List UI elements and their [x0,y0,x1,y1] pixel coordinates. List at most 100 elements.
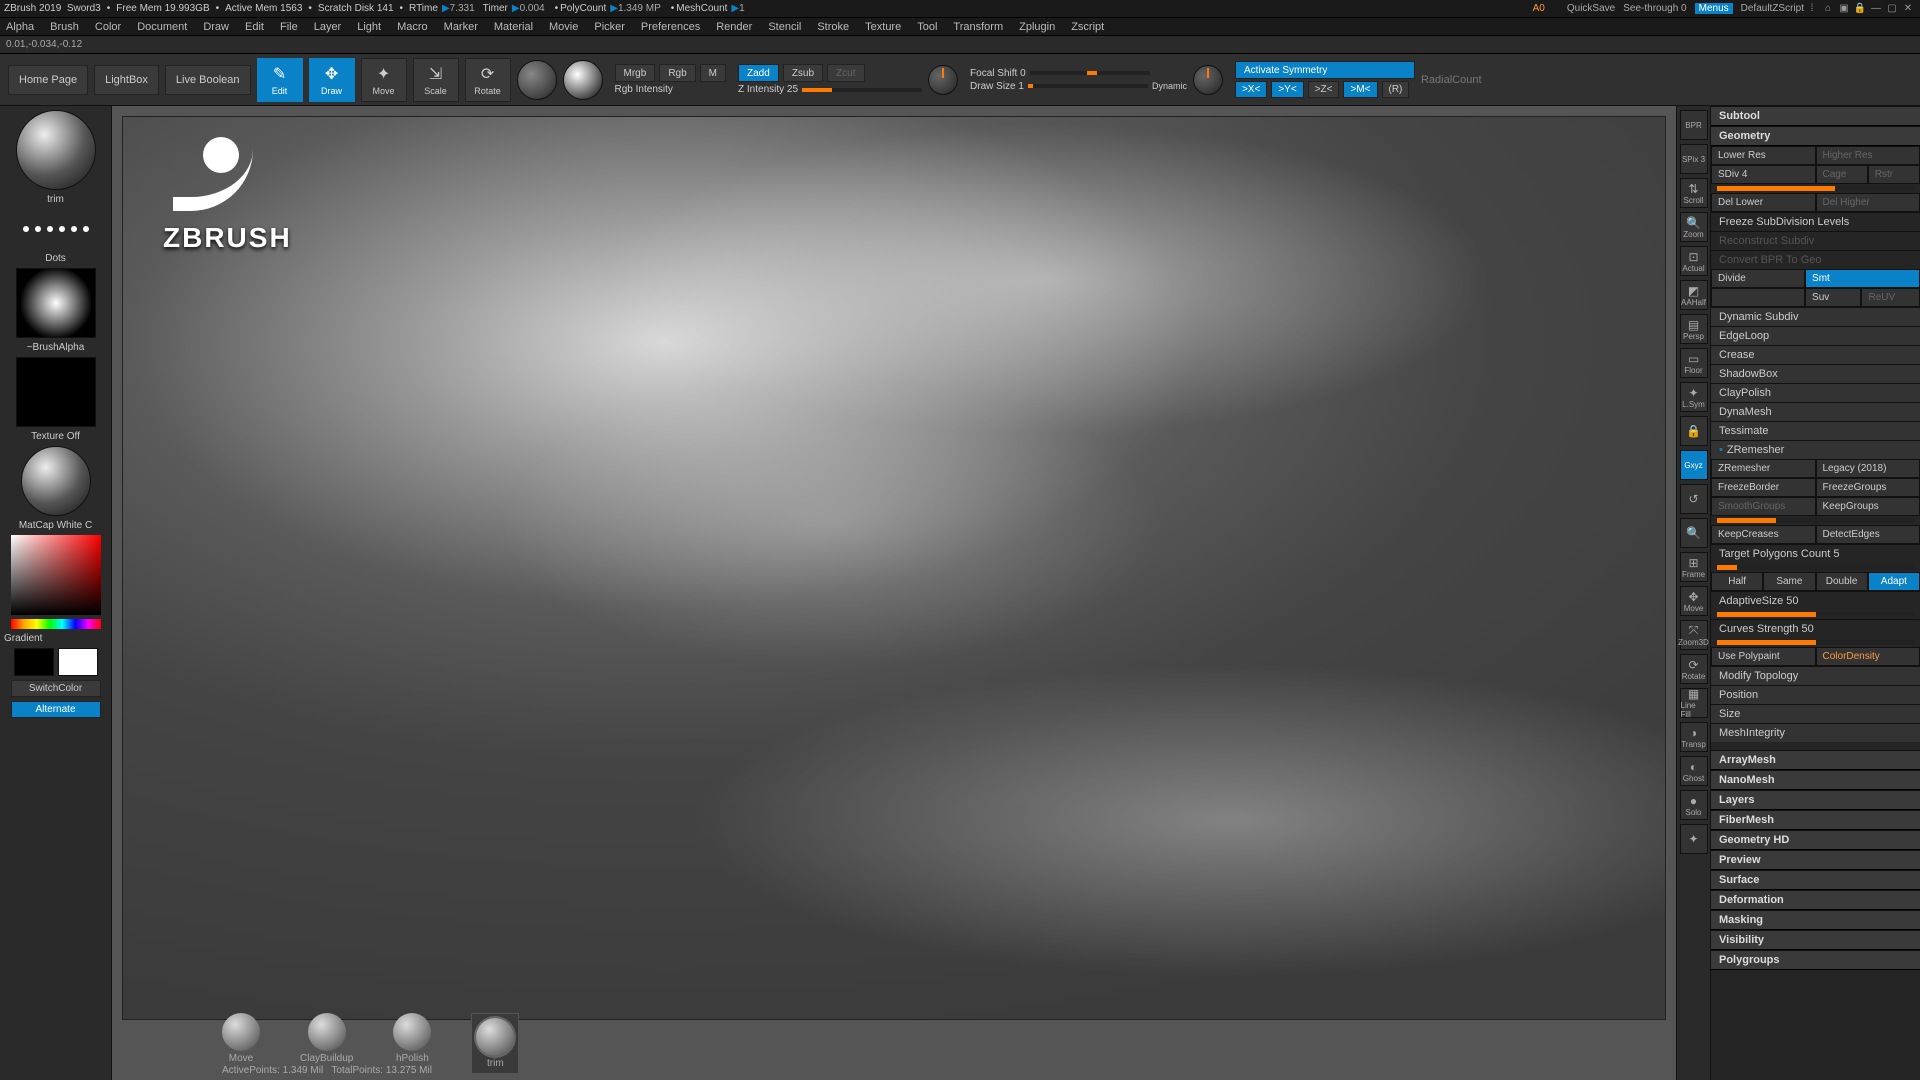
position-header[interactable]: Position [1711,685,1920,704]
seethrough-button[interactable]: See-through 0 [1623,3,1686,14]
shelf-[interactable]: 🔍 [1680,518,1708,548]
zremesher-header[interactable]: ZRemesher [1711,440,1920,459]
lightbox-button[interactable]: LightBox [94,65,159,95]
tessimate-header[interactable]: Tessimate [1711,421,1920,440]
section-surface[interactable]: Surface [1711,870,1920,890]
shelf-scroll[interactable]: ⇅Scroll [1680,178,1708,208]
target-poly-label[interactable]: Target Polygons Count 5 [1711,544,1920,563]
menu-alpha[interactable]: Alpha [6,21,34,33]
subtool-header[interactable]: Subtool [1711,106,1920,126]
menu-marker[interactable]: Marker [444,21,478,33]
menu-file[interactable]: File [280,21,298,33]
gyro-a-button[interactable] [517,60,557,100]
live-boolean-button[interactable]: Live Boolean [165,65,251,95]
menu-picker[interactable]: Picker [594,21,625,33]
sym-m-button[interactable]: >M< [1343,81,1377,98]
shadowbox-header[interactable]: ShadowBox [1711,364,1920,383]
curves-strength-label[interactable]: Curves Strength 50 [1711,619,1920,638]
adaptive-size-track[interactable] [1717,612,1914,617]
defaultzscript-button[interactable]: DefaultZScript [1741,3,1804,14]
section-visibility[interactable]: Visibility [1711,930,1920,950]
prefs-icon[interactable]: ⁞ [1804,3,1820,14]
rstr-button[interactable]: Rstr [1868,165,1920,184]
color-picker[interactable] [11,535,101,615]
del-higher-button[interactable]: Del Higher [1816,193,1920,212]
material-slot[interactable] [21,446,91,516]
shelf-[interactable]: 🔒 [1680,416,1708,446]
m-button[interactable]: M [700,64,726,82]
color-density-button[interactable]: ColorDensity [1816,647,1920,666]
use-polypaint-button[interactable]: Use Polypaint [1711,647,1816,666]
focal-shift-slider[interactable] [1030,71,1150,75]
sym-r-button[interactable]: (R) [1382,81,1410,98]
section-masking[interactable]: Masking [1711,910,1920,930]
shelf-aahalf[interactable]: ◩AAHalf [1680,280,1708,310]
reconstruct-button[interactable]: Reconstruct Subdiv [1711,231,1920,250]
section-polygroups[interactable]: Polygroups [1711,950,1920,970]
alpha-slot[interactable] [16,268,96,338]
smooth-groups-button[interactable]: SmoothGroups [1711,497,1816,516]
dynamic-subdiv-header[interactable]: Dynamic Subdiv [1711,307,1920,326]
gyro-b-button[interactable] [563,60,603,100]
divide-button[interactable]: Divide [1711,269,1805,288]
shelf-actual[interactable]: ⊡Actual [1680,246,1708,276]
smt-button[interactable]: Smt [1805,269,1920,288]
alternate-button[interactable]: Alternate [11,701,101,718]
shelf-move[interactable]: ✥Move [1680,586,1708,616]
menu-layer[interactable]: Layer [314,21,342,33]
menu-texture[interactable]: Texture [865,21,901,33]
target-poly-track[interactable] [1717,565,1914,570]
section-fibermesh[interactable]: FiberMesh [1711,810,1920,830]
menu-zscript[interactable]: Zscript [1071,21,1104,33]
smooth-groups-track[interactable] [1717,518,1914,523]
menu-zplugin[interactable]: Zplugin [1019,21,1055,33]
gradient-label[interactable]: Gradient [4,633,107,644]
sym-z-button[interactable]: >Z< [1308,81,1340,98]
mrgb-button[interactable]: Mrgb [615,64,656,82]
brush-trim[interactable]: trim [471,1013,519,1074]
home-page-button[interactable]: Home Page [8,65,88,95]
quicksave-button[interactable]: QuickSave [1567,3,1615,14]
switch-color-button[interactable]: SwitchColor [11,680,101,697]
swatch-secondary[interactable] [14,648,54,676]
section-nanomesh[interactable]: NanoMesh [1711,770,1920,790]
freeze-sub-button[interactable]: Freeze SubDivision Levels [1711,212,1920,231]
swatch-primary[interactable] [58,648,98,676]
legacy-button[interactable]: Legacy (2018) [1816,459,1920,478]
texture-slot[interactable] [16,357,96,427]
section-geometryhd[interactable]: Geometry HD [1711,830,1920,850]
menu-light[interactable]: Light [357,21,381,33]
sdiv-slider[interactable]: SDiv 4 [1711,165,1816,184]
sym-x-button[interactable]: >X< [1235,81,1267,98]
menu-draw[interactable]: Draw [203,21,229,33]
z-intensity-slider[interactable] [802,88,922,92]
scale-mode-button[interactable]: ⇲Scale [413,58,459,102]
menu-color[interactable]: Color [95,21,121,33]
menu-transform[interactable]: Transform [953,21,1003,33]
pin-icon[interactable]: ▣ [1836,3,1852,14]
half-button[interactable]: Half [1711,572,1763,591]
reuv-button[interactable]: ReUV [1861,288,1920,307]
cage-button[interactable]: Cage [1816,165,1868,184]
section-arraymesh[interactable]: ArrayMesh [1711,750,1920,770]
shelf-gxyz[interactable]: Gxyz [1680,450,1708,480]
shelf-rotate[interactable]: ⟳Rotate [1680,654,1708,684]
dynamesh-header[interactable]: DynaMesh [1711,402,1920,421]
activate-symmetry-button[interactable]: Activate Symmetry [1235,61,1415,79]
rgb-button[interactable]: Rgb [659,64,695,82]
menu-movie[interactable]: Movie [549,21,578,33]
section-preview[interactable]: Preview [1711,850,1920,870]
menu-material[interactable]: Material [494,21,533,33]
keep-creases-button[interactable]: KeepCreases [1711,525,1816,544]
move-mode-button[interactable]: ✦Move [361,58,407,102]
menu-brush[interactable]: Brush [50,21,79,33]
zsub-button[interactable]: Zsub [783,64,823,82]
convert-bpr-button[interactable]: Convert BPR To Geo [1711,250,1920,269]
dynamic-label[interactable]: Dynamic [1152,81,1187,91]
menu-stencil[interactable]: Stencil [768,21,801,33]
menu-preferences[interactable]: Preferences [641,21,700,33]
shelf-transp[interactable]: ◑Transp [1680,722,1708,752]
section-layers[interactable]: Layers [1711,790,1920,810]
sym-y-button[interactable]: >Y< [1271,81,1303,98]
menu-document[interactable]: Document [137,21,187,33]
